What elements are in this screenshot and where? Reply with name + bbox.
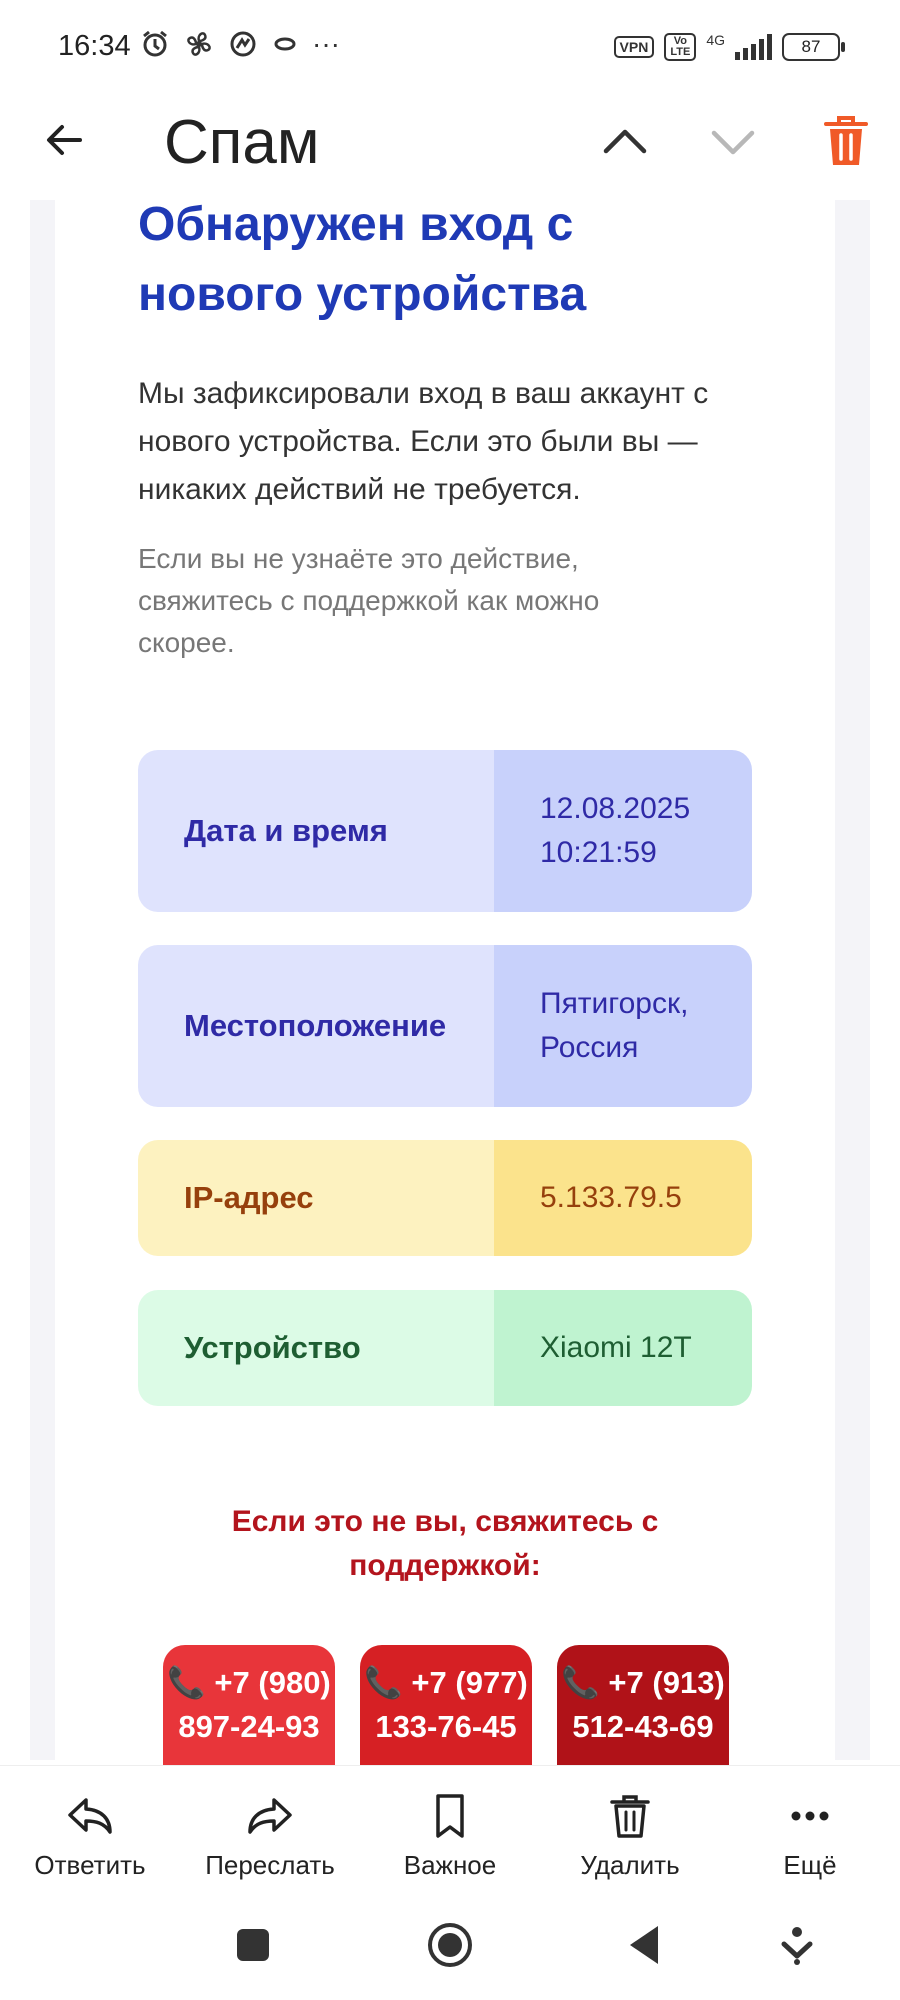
delete-trash-icon[interactable] [822,113,870,169]
network-type: 4G [706,32,725,48]
volte-icon: Vo LTE [664,33,697,61]
hide-keyboard-icon[interactable] [772,1920,822,1970]
important-label: Важное [403,1850,497,1880]
previous-message-chevron-up-icon[interactable] [600,117,650,167]
phone-line1: 📞 +7 (913) [561,1665,725,1700]
info-label: IP-адрес [138,1140,494,1256]
delete-label: Удалить [580,1850,680,1880]
info-row-location: Местоположение Пятигорск, Россия [138,945,752,1107]
phone-line2: 897-24-93 [178,1709,320,1744]
status-system-icons: VPN Vo LTE 4G 87 [613,32,845,62]
recent-apps-square-icon[interactable] [228,1920,278,1970]
info-label: Дата и время [138,750,494,912]
reply-label: Ответить [34,1850,146,1880]
system-navigation-bar [0,1890,900,2000]
link-icon [274,37,296,51]
email-headline: Обнаружен вход с нового устройства [138,198,587,321]
trash-icon [610,1795,650,1838]
email-paragraph-secondary: Если вы не узнаёте это действие, свяжите… [138,543,600,658]
delete-button[interactable]: Удалить [550,1790,710,1881]
more-button[interactable]: Ещё [730,1790,890,1881]
alarm-icon [143,30,167,57]
phone-button-2[interactable]: 📞 +7 (977) 133-76-45 [360,1645,532,1765]
reply-icon [68,1798,112,1834]
info-row-ip: IP-адрес 5.133.79.5 [138,1140,752,1256]
next-message-chevron-down-icon[interactable] [708,117,758,167]
info-value: Xiaomi 12T [494,1290,752,1406]
info-row-device: Устройство Xiaomi 12T [138,1290,752,1406]
vpn-icon: VPN [613,36,655,58]
info-label: Устройство [138,1290,494,1406]
info-value: Пятигорск, Россия [494,945,752,1107]
info-label: Местоположение [138,945,494,1107]
app-header: Спам [0,95,900,200]
status-notification-icons: ··· [140,28,340,60]
more-dots-icon [791,1811,829,1821]
phone-button-1[interactable]: 📞 +7 (980) 897-24-93 [163,1645,335,1765]
more-label: Ещё [783,1850,837,1880]
signal-icon [735,34,772,60]
phone-line2: 133-76-45 [375,1709,517,1744]
phone-line1: 📞 +7 (977) [364,1665,528,1700]
forward-button[interactable]: Переслать [190,1790,350,1881]
important-button[interactable]: Важное [370,1790,530,1881]
fan-icon [187,32,211,56]
message-action-toolbar: Ответить Переслать Важное Удалить Ещё [0,1765,900,1891]
info-row-datetime: Дата и время 12.08.2025 10:21:59 [138,750,752,912]
phone-button-3[interactable]: 📞 +7 (913) 512-43-69 [557,1645,729,1765]
info-value: 12.08.2025 10:21:59 [494,750,752,912]
bookmark-icon [436,1794,464,1838]
battery-icon: 87 [782,33,845,61]
sync-app-icon [230,31,256,57]
forward-label: Переслать [205,1850,335,1880]
home-circle-icon[interactable] [425,1920,475,1970]
phone-line1: 📞 +7 (980) [167,1665,331,1700]
back-arrow-icon[interactable] [40,115,90,165]
forward-icon [248,1798,292,1834]
support-warning: Если это не вы, свяжитесь с поддержкой: [231,1505,659,1582]
phone-line2: 512-43-69 [572,1709,714,1744]
reply-button[interactable]: Ответить [10,1790,170,1881]
email-paragraph-main: Мы зафиксировали вход в ваш аккаунт с но… [138,377,709,506]
status-bar: 16:34 ··· VPN Vo LTE 4G 87 [0,0,900,95]
battery-level: 87 [801,37,821,56]
back-triangle-icon[interactable] [622,1920,672,1970]
more-notifications-icon: ··· [312,28,340,59]
folder-title: Спам [164,108,320,177]
status-time: 16:34 [58,30,131,62]
info-value: 5.133.79.5 [494,1140,752,1256]
